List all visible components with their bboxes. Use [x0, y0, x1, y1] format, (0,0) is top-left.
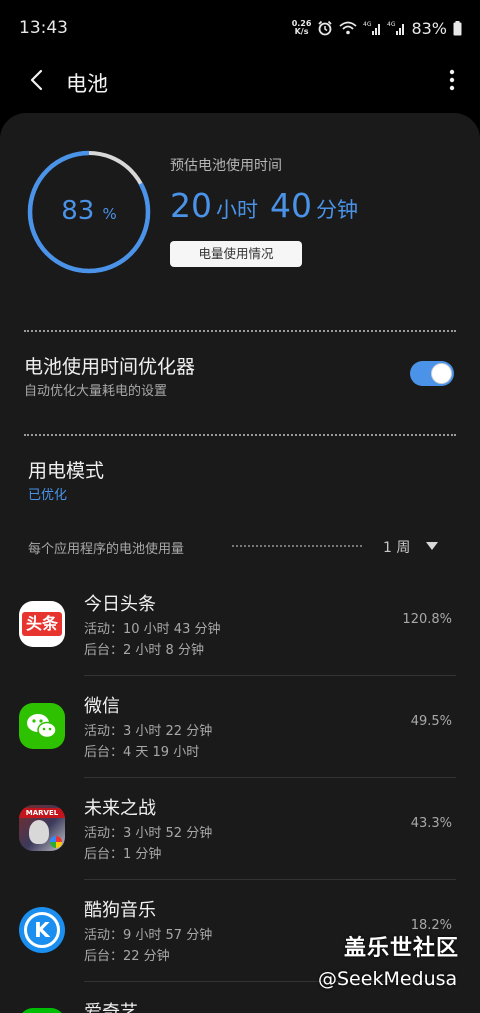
wechat-icon — [19, 703, 65, 749]
caret-down-icon[interactable] — [425, 541, 439, 551]
battery-level-unit: % — [102, 205, 117, 223]
app-active-time: 活动：9 小时 57 分钟 — [84, 928, 213, 943]
app-row-wechat[interactable]: 微信 活动：3 小时 22 分钟 后台：4 天 19 小时 49.5% — [0, 676, 480, 778]
app-background-time: 后台：1 分钟 — [84, 847, 162, 862]
signal-4g-icon: 4G — [363, 21, 381, 35]
app-active-time: 活动：3 小时 22 分钟 — [84, 724, 213, 739]
svg-text:4G: 4G — [363, 21, 372, 28]
app-active-time: 活动：3 小时 52 分钟 — [84, 826, 213, 841]
iqiyi-icon — [19, 1008, 65, 1013]
app-usage-percent: 49.5% — [410, 714, 452, 729]
app-name: 微信 — [84, 696, 120, 717]
app-usage-percent: 43.3% — [410, 816, 452, 831]
estimated-time: 20 小时 40 分钟 — [170, 186, 366, 225]
future-war-icon: MARVEL — [19, 805, 65, 851]
app-name: 爱奇艺 — [84, 1002, 138, 1013]
battery-level-text: 83 % — [26, 196, 152, 226]
app-name: 今日头条 — [84, 594, 156, 615]
status-time: 13:43 — [19, 18, 68, 38]
estimate-label: 预估电池使用时间 — [170, 158, 282, 174]
power-mode-title[interactable]: 用电模式 — [28, 456, 104, 483]
more-vertical-icon[interactable] — [448, 68, 456, 92]
page-title: 电池 — [66, 72, 108, 96]
usage-section-label: 每个应用程序的电池使用量 — [28, 542, 185, 557]
app-name: 未来之战 — [84, 798, 156, 819]
kugou-icon: K — [19, 907, 65, 953]
battery-usage-button[interactable]: 电量使用情况 — [170, 241, 302, 267]
divider — [24, 434, 456, 436]
wifi-icon — [339, 21, 358, 35]
estimate-hours-unit: 小时 — [216, 198, 258, 222]
app-header: 电池 — [0, 58, 480, 110]
app-active-time: 活动：10 小时 43 分钟 — [84, 622, 221, 637]
battery-level-number: 83 — [61, 196, 95, 226]
power-mode-value: 已优化 — [28, 488, 68, 503]
app-row-future-war[interactable]: MARVEL 未来之战 活动：3 小时 52 分钟 后台：1 分钟 43.3% — [0, 778, 480, 880]
toggle-knob — [431, 363, 452, 384]
optimizer-toggle[interactable] — [410, 361, 454, 386]
divider — [24, 330, 456, 332]
period-selector[interactable]: 1 周 — [383, 537, 410, 557]
app-name: 酷狗音乐 — [84, 900, 156, 921]
estimate-minutes-unit: 分钟 — [316, 198, 358, 222]
watermark-handle: @SeekMedusa — [318, 968, 458, 990]
watermark-site: 盖乐世社区 — [344, 936, 460, 961]
app-usage-percent: 120.8% — [402, 612, 452, 627]
wechat-bubbles-icon — [27, 714, 57, 739]
network-speed: 0.26 K/s — [291, 19, 312, 36]
estimate-minutes: 40 — [270, 186, 312, 225]
app-background-time: 后台：2 小时 8 分钟 — [84, 643, 204, 658]
status-icons: 0.26 K/s 4G 4G 83% — [292, 16, 462, 40]
battery-icon — [453, 20, 462, 35]
back-arrow-icon[interactable] — [26, 68, 50, 92]
toutiao-icon: 头条 — [19, 601, 65, 647]
app-background-time: 后台：22 分钟 — [84, 949, 170, 964]
optimizer-title[interactable]: 电池使用时间优化器 — [24, 352, 195, 379]
status-bar: 13:43 0.26 K/s 4G 4G 83% — [0, 0, 480, 58]
alarm-icon — [318, 20, 333, 36]
app-row-toutiao[interactable]: 头条 今日头条 活动：10 小时 43 分钟 后台：2 小时 8 分钟 120.… — [0, 574, 480, 676]
app-background-time: 后台：4 天 19 小时 — [84, 745, 200, 760]
signal-4g-icon-2: 4G — [387, 21, 405, 35]
estimate-hours: 20 — [170, 186, 212, 225]
svg-text:4G: 4G — [387, 21, 396, 28]
battery-percent: 83% — [411, 18, 447, 38]
section-divider — [232, 545, 362, 547]
optimizer-subtitle: 自动优化大量耗电的设置 — [24, 384, 168, 399]
